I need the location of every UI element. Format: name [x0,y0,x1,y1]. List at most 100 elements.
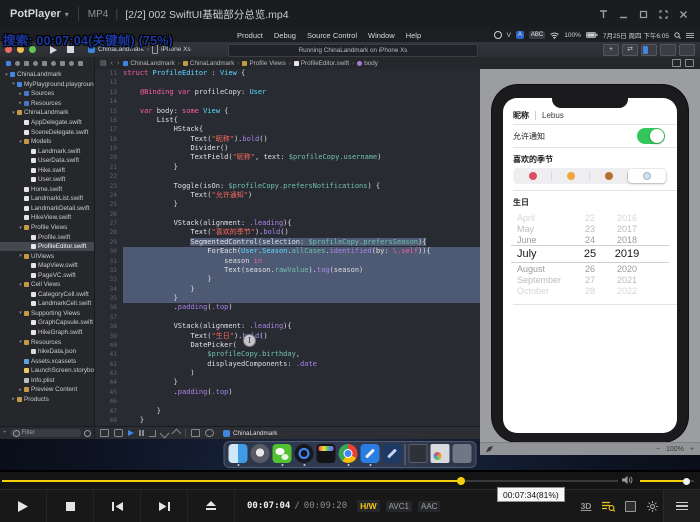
stop-button[interactable] [47,490,94,522]
swift-icon [31,177,36,182]
navigator-row: ▸ Preview Content [0,385,94,395]
token: } [123,294,178,302]
previous-button[interactable] [94,490,141,522]
nickname-value: Lebus [542,111,564,120]
navigator-row: ▸Resources [0,99,94,109]
line-number: 37 [95,313,123,322]
token [123,135,190,143]
token: tag [317,266,330,274]
total-time: 00:09:20 [304,501,347,511]
sun-icon [567,172,575,180]
volume-icon[interactable] [622,475,634,485]
line-number: 11 [95,69,123,78]
picker-day: 26 [575,264,605,274]
maximize-button[interactable] [635,6,652,22]
line-number: 12 [95,78,123,87]
volume-slider[interactable] [640,480,694,482]
token: bold [263,228,280,236]
token: SegmentedControl [190,238,257,246]
filter-placeholder: Filter [22,430,35,436]
file-label: Profile.swift [38,234,70,241]
picker-day: 27 [575,275,605,285]
filter-field: Filter [10,429,81,437]
line-number: 43 [95,369,123,378]
navigator-tab-strip [0,57,95,69]
running-indicator [369,464,371,466]
next-button[interactable] [141,490,188,522]
pin-button[interactable] [595,6,612,22]
line-number: 18 [95,135,123,144]
volume-handle[interactable] [683,478,690,485]
swift-icon [31,330,36,335]
code-line: 44 } [95,378,480,387]
token: var [140,107,157,115]
symbol-icon [357,61,362,66]
navigator-row: hikeData.json [0,347,94,357]
token: { [220,107,228,115]
navigator-row: LandmarkDetail.swift [0,204,94,214]
close-button[interactable] [675,6,692,22]
token: .date [296,360,317,368]
open-media-button[interactable] [188,490,235,522]
hw-decoder-badge: H/W [357,500,380,512]
playlist-search-button[interactable] [597,490,619,522]
app-menu-button[interactable]: PotPlayer [10,8,61,20]
swift-icon [24,120,29,125]
subtitle-panel-button[interactable] [619,490,641,522]
navigator-row: Hike.swift [0,165,94,175]
fullscreen-button[interactable] [655,6,672,22]
minimize-button[interactable] [615,6,632,22]
video-surface[interactable]: 搜索: 00:07:04(关键帧) (75%) ProductDebugSour… [0,28,700,470]
line-number: 38 [95,322,123,331]
navigator-row: LandmarkList.swift [0,194,94,204]
seek-bar[interactable] [2,480,618,482]
code-line: 30 ForEach(User.Season.allCases.identifi… [95,247,480,256]
swap-editor-button: ⇄ [622,44,638,56]
3d-mode-button[interactable]: 3D [575,490,597,522]
iphone-screen: 昵称 Lebus 允许通知 喜欢的季节 [503,98,677,433]
test-navigator-icon [51,61,56,66]
line-number: 44 [95,378,123,387]
token: "生日" [212,332,234,340]
file-label: Preview Content [31,386,77,393]
play-button[interactable] [0,490,47,522]
dock-item-launchpad [251,444,270,466]
token: \.self [393,247,418,255]
line-number: 46 [95,397,123,406]
folder-icon [183,61,188,66]
picker-row: September272021 [503,274,677,285]
filter-icon [13,430,20,437]
code-line: 35 } [95,294,480,303]
seek-handle[interactable] [457,477,465,485]
picker-month: September [503,275,575,285]
swift-icon [24,196,29,201]
code-line: 43 ) [95,369,480,378]
token: { [174,116,178,124]
line-number: 47 [95,407,123,416]
token: } [123,200,178,208]
playlist-panel-button[interactable] [663,490,700,522]
picker-row: June242018 [503,234,677,245]
toggle-knob [650,129,664,143]
token [123,144,190,152]
token [123,322,174,330]
token: profileCopy: [195,88,250,96]
token: User [241,247,258,255]
menu-item: Help [406,31,421,40]
season-segment-snowman [628,169,666,183]
code-line: 26 [95,210,480,219]
disclosure-icon: ▸ [17,387,24,393]
status-v-icon: V [507,32,511,39]
picker-month: April [503,213,575,223]
token: Text [190,332,207,340]
settings-button[interactable] [641,490,663,522]
file-label: LandmarkCell.swift [38,300,91,307]
line-number: 27 [95,219,123,228]
token: ). [308,266,316,274]
disclosure-icon: ▾ [10,81,17,87]
token: padding [178,303,208,311]
related-items-icon: ▤ [100,59,107,67]
token: (season) [330,266,364,274]
token: some [182,107,203,115]
dock-item-window-light [431,444,450,466]
